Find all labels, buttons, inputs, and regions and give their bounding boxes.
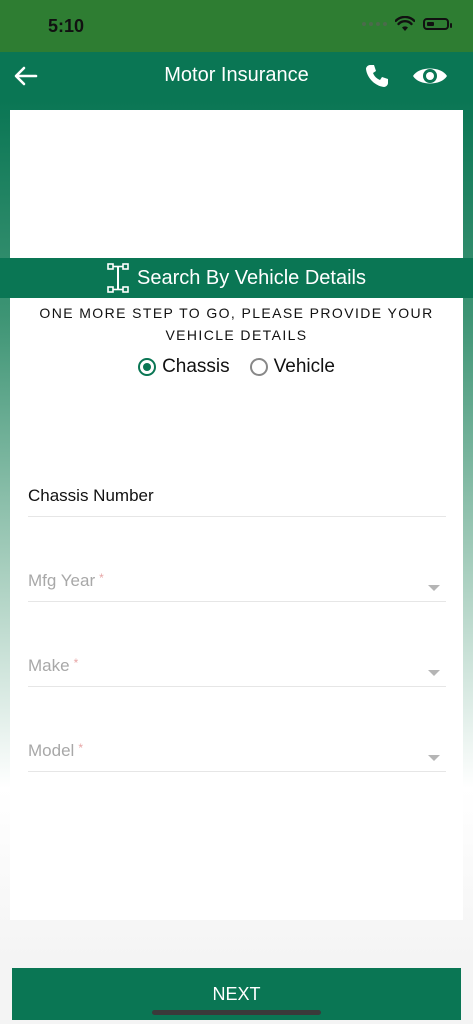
chevron-down-icon[interactable] <box>428 670 440 676</box>
radio-chassis-circle[interactable] <box>138 358 157 376</box>
battery-icon <box>423 18 452 30</box>
chassis-number-label: Chassis Number <box>28 486 154 505</box>
make-dropdown[interactable]: Make * <box>28 646 446 687</box>
required-mark: * <box>78 741 83 755</box>
make-label: Make * <box>28 656 78 676</box>
required-mark: * <box>73 656 79 670</box>
instruction-text: ONE MORE STEP TO GO, PLEASE PROVIDE YOUR… <box>10 302 463 346</box>
mfg-year-label: Mfg Year * <box>28 571 104 591</box>
radio-vehicle-circle[interactable] <box>249 358 268 376</box>
status-icons <box>362 16 452 32</box>
required-mark: * <box>99 571 104 585</box>
make-label-text: Make <box>28 656 70 675</box>
search-by-vehicle-header: Search By Vehicle Details <box>0 258 473 298</box>
radio-chassis[interactable]: Chassis <box>138 356 230 378</box>
search-by-vehicle-label: Search By Vehicle Details <box>136 266 366 289</box>
mfg-year-dropdown[interactable]: Mfg Year * <box>28 561 446 602</box>
app-bar: Motor Insurance <box>0 52 473 100</box>
search-type-radio-group: Chassis Vehicle <box>10 356 463 378</box>
radio-chassis-label: Chassis <box>162 356 230 377</box>
eye-icon[interactable] <box>411 62 449 90</box>
model-dropdown[interactable]: Model * <box>28 731 446 772</box>
model-label-text: Model <box>28 741 75 760</box>
home-indicator <box>152 1010 321 1015</box>
instruction-line-2: VEHICLE DETAILS <box>165 327 308 343</box>
instruction-line-1: ONE MORE STEP TO GO, PLEASE PROVIDE YOUR <box>39 305 434 321</box>
status-bar: 5:10 <box>0 0 473 52</box>
radio-vehicle[interactable]: Vehicle <box>249 356 335 378</box>
chassis-number-field[interactable]: Chassis Number <box>28 476 446 517</box>
status-time: 5:10 <box>48 16 85 36</box>
chevron-down-icon[interactable] <box>428 755 440 761</box>
phone-icon[interactable] <box>363 62 391 90</box>
model-label: Model * <box>28 741 83 761</box>
wifi-icon <box>395 16 415 31</box>
chevron-down-icon[interactable] <box>428 585 440 591</box>
form-card: Search By Vehicle Details ONE MORE STEP … <box>0 110 473 920</box>
page-title: Motor Insurance <box>164 64 309 86</box>
banner-area <box>10 110 463 258</box>
signal-icon <box>362 22 387 26</box>
mfg-year-label-text: Mfg Year <box>28 571 96 590</box>
radio-vehicle-label: Vehicle <box>273 356 335 377</box>
car-chassis-icon <box>107 263 129 293</box>
